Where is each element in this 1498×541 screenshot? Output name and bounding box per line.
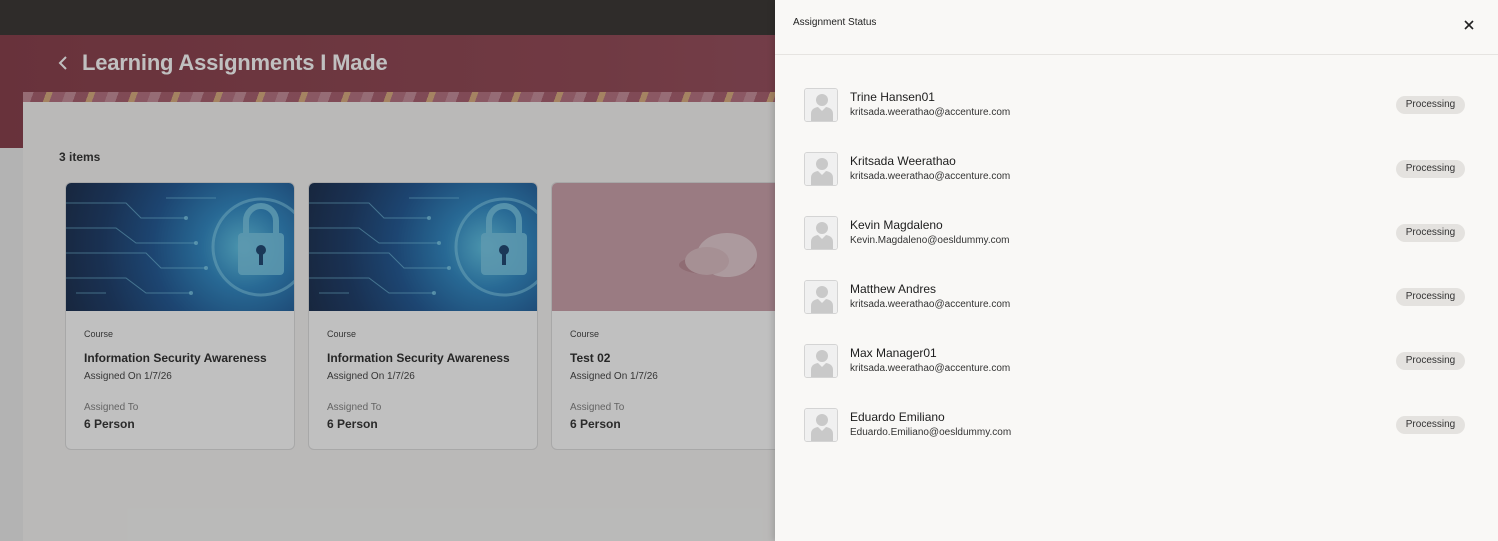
assignee-email: Kevin.Magdaleno@oesldummy.com (850, 235, 1010, 246)
status-badge: Processing (1396, 416, 1465, 434)
assignee-row: Max Manager01 kritsada.weerathao@accentu… (775, 344, 1498, 384)
drawer-title: Assignment Status (793, 17, 877, 28)
assignee-name: Eduardo Emiliano (850, 410, 945, 424)
assignee-name: Matthew Andres (850, 282, 937, 296)
drawer-header: Assignment Status (775, 0, 1498, 55)
assignee-email: kritsada.weerathao@accenture.com (850, 171, 1011, 182)
status-badge: Processing (1396, 160, 1465, 178)
avatar (804, 88, 838, 122)
assignee-email: kritsada.weerathao@accenture.com (850, 299, 1011, 310)
avatar (804, 280, 838, 314)
assignee-row: Kevin Magdaleno Kevin.Magdaleno@oesldumm… (775, 216, 1498, 256)
avatar (804, 344, 838, 378)
status-badge: Processing (1396, 96, 1465, 114)
assignee-name: Kevin Magdaleno (850, 218, 943, 232)
assignee-email: kritsada.weerathao@accenture.com (850, 363, 1011, 374)
person-placeholder-icon (805, 217, 837, 249)
assignee-name: Trine Hansen01 (850, 90, 935, 104)
assignee-row: Kritsada Weerathao kritsada.weerathao@ac… (775, 152, 1498, 192)
assignee-row: Trine Hansen01 kritsada.weerathao@accent… (775, 88, 1498, 128)
person-placeholder-icon (805, 281, 837, 313)
avatar (804, 216, 838, 250)
person-placeholder-icon (805, 153, 837, 185)
assignee-email: Eduardo.Emiliano@oesldummy.com (850, 427, 1012, 438)
status-badge: Processing (1396, 224, 1465, 242)
modal-backdrop[interactable] (0, 0, 775, 541)
avatar (804, 408, 838, 442)
person-placeholder-icon (805, 89, 837, 121)
assignee-name: Max Manager01 (850, 346, 937, 360)
avatar (804, 152, 838, 186)
assignee-email: kritsada.weerathao@accenture.com (850, 107, 1011, 118)
assignment-status-drawer: Assignment Status Trine Hansen01 kritsad… (775, 0, 1498, 541)
status-badge: Processing (1396, 352, 1465, 370)
status-badge: Processing (1396, 288, 1465, 306)
assignee-name: Kritsada Weerathao (850, 154, 956, 168)
person-placeholder-icon (805, 345, 837, 377)
person-placeholder-icon (805, 409, 837, 441)
assignee-row: Eduardo Emiliano Eduardo.Emiliano@oesldu… (775, 408, 1498, 448)
close-button[interactable] (1461, 17, 1477, 33)
assignee-row: Matthew Andres kritsada.weerathao@accent… (775, 280, 1498, 320)
close-icon (1464, 20, 1474, 30)
